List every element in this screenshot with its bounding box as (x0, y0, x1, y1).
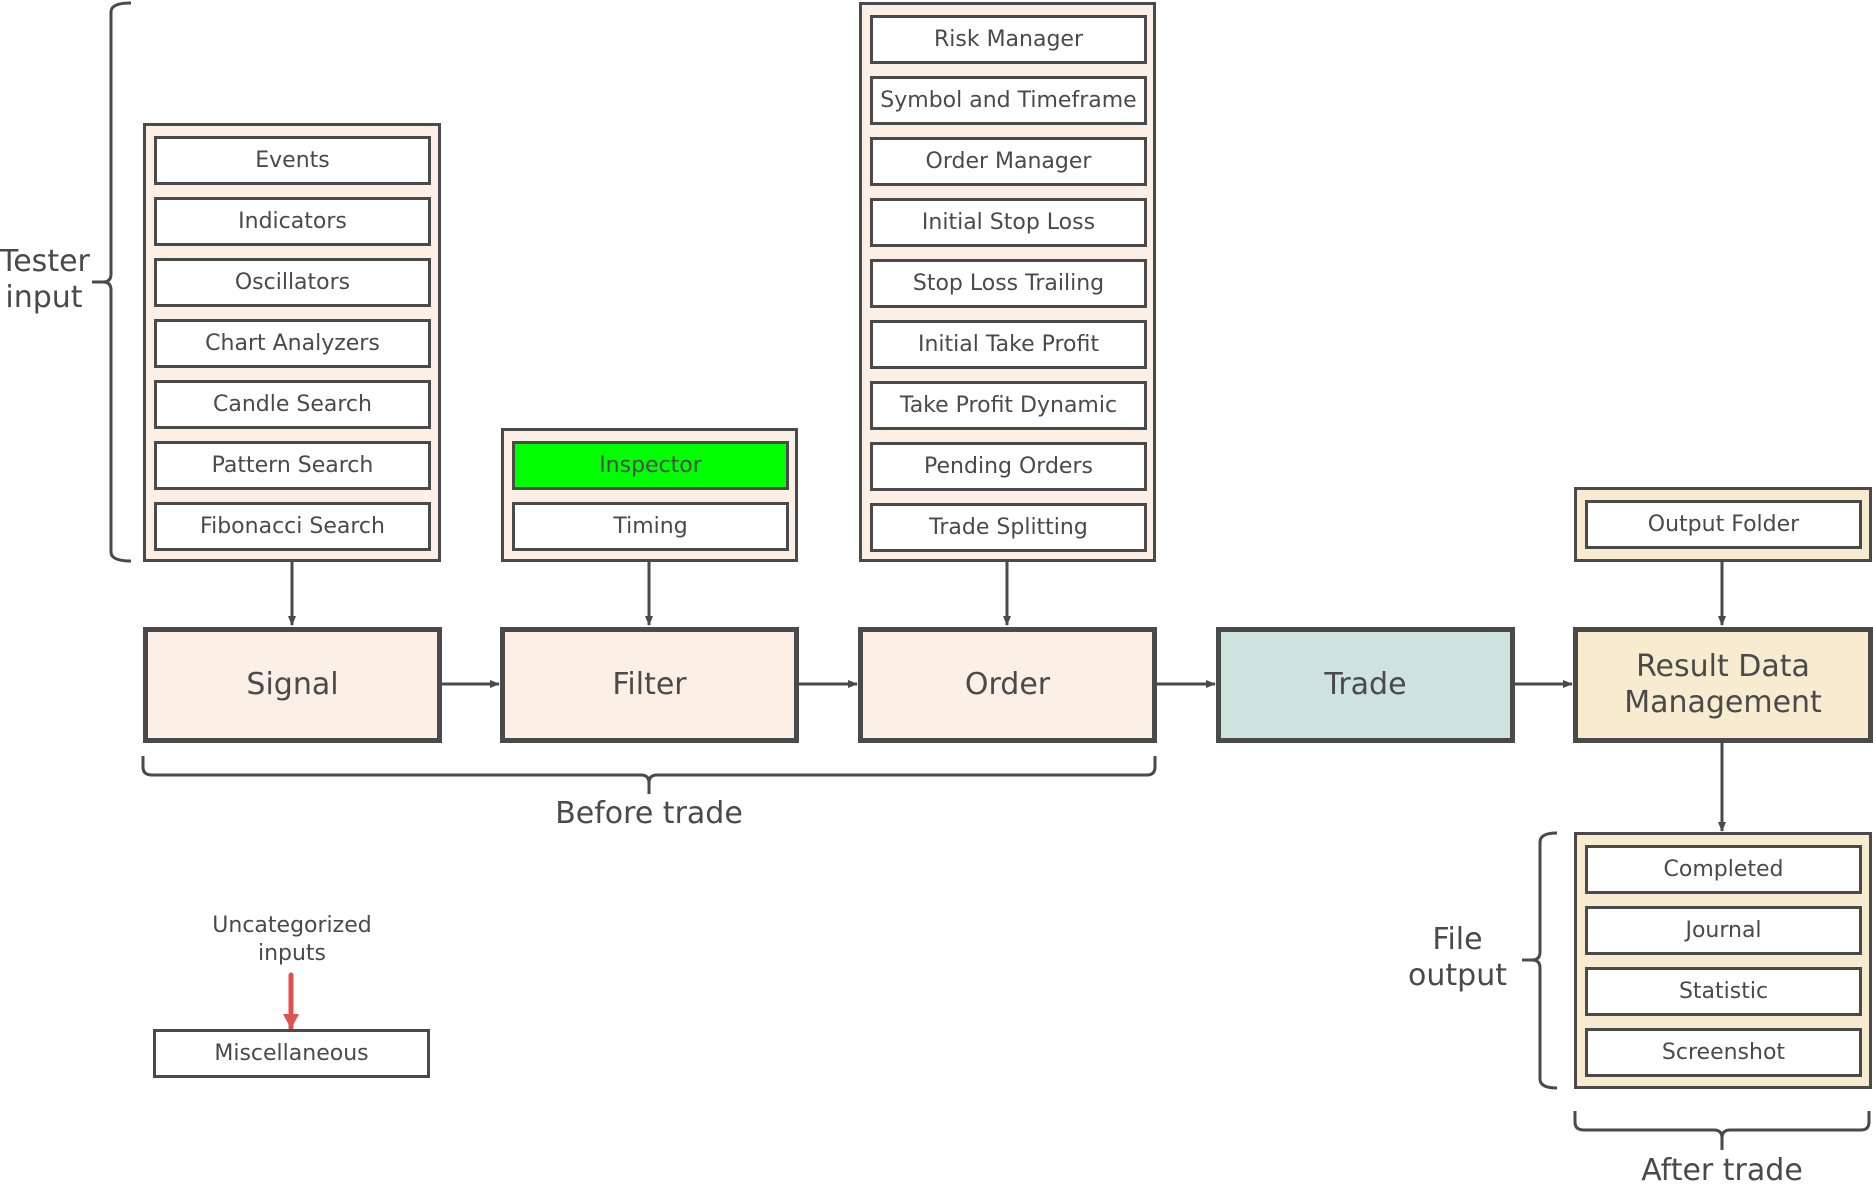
order-input-label: Symbol and Timeframe (880, 88, 1137, 113)
order-input-item[interactable]: Trade Splitting (870, 503, 1147, 552)
file-output-panel: Completed Journal Statistic Screenshot (1574, 832, 1872, 1089)
tester-input-brace (92, 1, 132, 563)
stage-order[interactable]: Order (858, 627, 1157, 743)
file-output-item-label: Journal (1685, 918, 1762, 943)
signal-input-item[interactable]: Candle Search (154, 380, 431, 429)
stage-filter-label: Filter (612, 667, 687, 702)
filter-input-label: Timing (613, 514, 688, 539)
order-input-label: Stop Loss Trailing (912, 271, 1105, 296)
stage-trade[interactable]: Trade (1216, 627, 1515, 743)
signal-input-item[interactable]: Events (154, 136, 431, 185)
file-output-item[interactable]: Journal (1585, 906, 1862, 955)
after-trade-label: After trade (1641, 1153, 1803, 1188)
output-folder-label: Output Folder (1647, 512, 1800, 537)
order-input-item[interactable]: Stop Loss Trailing (870, 259, 1147, 308)
stage-result-label: Result Data Management (1624, 649, 1822, 721)
order-input-item[interactable]: Symbol and Timeframe (870, 76, 1147, 125)
miscellaneous-label: Miscellaneous (214, 1041, 369, 1066)
order-input-item[interactable]: Pending Orders (870, 442, 1147, 491)
stage-signal-label: Signal (246, 667, 339, 702)
order-input-label: Risk Manager (933, 27, 1084, 52)
filter-inputs-panel: Inspector Timing (501, 428, 798, 562)
signal-inputs-panel: Events Indicators Oscillators Chart Anal… (143, 123, 441, 562)
stage-result-label-line2: Management (1624, 685, 1822, 720)
file-output-item[interactable]: Completed (1585, 845, 1862, 894)
uncategorized-label-line1: Uncategorized (212, 913, 372, 938)
order-input-item[interactable]: Take Profit Dynamic (870, 381, 1147, 430)
stage-trade-label: Trade (1324, 667, 1407, 702)
uncategorized-label-line2: inputs (257, 941, 327, 966)
signal-input-label: Pattern Search (211, 453, 374, 478)
stage-filter[interactable]: Filter (500, 627, 799, 743)
order-input-item[interactable]: Risk Manager (870, 15, 1147, 64)
uncategorized-inputs-label: Uncategorized inputs (176, 912, 408, 968)
before-trade-label: Before trade (555, 796, 743, 831)
output-folder-panel: Output Folder (1574, 487, 1872, 562)
filter-input-label: Inspector (599, 453, 702, 478)
file-output-label: File output (1400, 922, 1515, 994)
signal-input-item[interactable]: Indicators (154, 197, 431, 246)
output-folder-item[interactable]: Output Folder (1585, 500, 1862, 549)
order-input-label: Pending Orders (924, 454, 1093, 479)
signal-input-label: Fibonacci Search (200, 514, 385, 539)
filter-input-item-timing[interactable]: Timing (512, 502, 789, 551)
order-input-item[interactable]: Initial Take Profit (870, 320, 1147, 369)
signal-input-label: Chart Analyzers (205, 331, 380, 356)
stage-order-label: Order (964, 667, 1051, 702)
stage-result-label-line1: Result Data (1636, 649, 1810, 684)
filter-input-item-inspector[interactable]: Inspector (512, 441, 789, 490)
file-output-label-line2: output (1408, 958, 1507, 993)
signal-input-label: Oscillators (234, 270, 351, 295)
signal-input-item[interactable]: Oscillators (154, 258, 431, 307)
order-input-item[interactable]: Initial Stop Loss (870, 198, 1147, 247)
signal-input-label: Candle Search (213, 392, 372, 417)
signal-input-label: Indicators (238, 209, 347, 234)
order-input-label: Trade Splitting (929, 515, 1088, 540)
signal-input-item[interactable]: Fibonacci Search (154, 502, 431, 551)
file-output-item[interactable]: Screenshot (1585, 1028, 1862, 1077)
signal-input-label: Events (255, 148, 330, 173)
signal-input-item[interactable]: Chart Analyzers (154, 319, 431, 368)
order-input-item[interactable]: Order Manager (870, 137, 1147, 186)
tester-input-label-line2: input (5, 280, 83, 315)
file-output-item-label: Statistic (1678, 979, 1769, 1004)
file-output-item-label: Completed (1663, 857, 1784, 882)
order-inputs-panel: Risk Manager Symbol and Timeframe Order … (859, 2, 1156, 562)
file-output-label-line1: File (1432, 922, 1483, 957)
order-input-label: Initial Take Profit (917, 332, 1100, 357)
stage-result-data-management[interactable]: Result Data Management (1573, 627, 1873, 743)
after-trade-brace (1573, 1111, 1871, 1150)
order-input-label: Initial Stop Loss (921, 210, 1096, 235)
file-output-item[interactable]: Statistic (1585, 967, 1862, 1016)
order-input-label: Take Profit Dynamic (899, 393, 1118, 418)
file-output-brace (1522, 831, 1558, 1090)
miscellaneous-item[interactable]: Miscellaneous (153, 1029, 430, 1078)
order-input-label: Order Manager (925, 149, 1092, 174)
before-trade-brace (141, 756, 1157, 794)
tester-input-label-line1: Tester (0, 244, 90, 279)
file-output-item-label: Screenshot (1661, 1040, 1786, 1065)
stage-signal[interactable]: Signal (143, 627, 442, 743)
signal-input-item[interactable]: Pattern Search (154, 441, 431, 490)
tester-input-label: Tester input (0, 244, 90, 316)
